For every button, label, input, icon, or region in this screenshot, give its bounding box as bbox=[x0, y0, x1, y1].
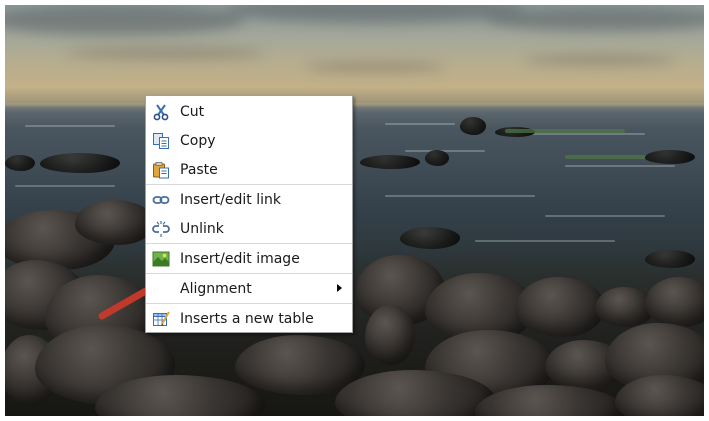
rock bbox=[425, 150, 449, 166]
context-menu: Cut Copy Paste Insert/edit link Unlink I… bbox=[145, 95, 353, 333]
wave bbox=[385, 123, 455, 125]
menu-item-label: Unlink bbox=[180, 220, 224, 237]
unlink-icon bbox=[150, 218, 172, 240]
cloud bbox=[65, 47, 265, 59]
wave bbox=[385, 195, 535, 197]
wave bbox=[15, 185, 115, 187]
rock bbox=[5, 155, 35, 171]
rock bbox=[400, 227, 460, 249]
rock bbox=[40, 153, 120, 173]
wave bbox=[545, 215, 665, 217]
image-icon bbox=[150, 248, 172, 270]
menu-item-label: Alignment bbox=[180, 280, 252, 297]
cloud bbox=[525, 55, 675, 65]
cloud bbox=[485, 7, 704, 31]
wave bbox=[25, 125, 115, 127]
copy-icon bbox=[150, 130, 172, 152]
cloud bbox=[225, 5, 525, 23]
menu-item-copy[interactable]: Copy bbox=[146, 126, 352, 155]
menu-item-alignment[interactable]: Alignment bbox=[146, 273, 352, 303]
background-photo bbox=[5, 5, 704, 416]
link-icon bbox=[150, 189, 172, 211]
menu-item-insert-table[interactable]: Inserts a new table bbox=[146, 303, 352, 333]
menu-item-label: Cut bbox=[180, 103, 205, 120]
horizon bbox=[5, 103, 704, 113]
rock bbox=[360, 155, 420, 169]
menu-item-cut[interactable]: Cut bbox=[146, 97, 352, 126]
menu-item-label: Copy bbox=[180, 132, 216, 149]
cloud bbox=[305, 63, 445, 71]
menu-item-insert-edit-link[interactable]: Insert/edit link bbox=[146, 184, 352, 214]
menu-item-icon-placeholder bbox=[150, 278, 172, 300]
table-icon bbox=[150, 308, 172, 330]
wave bbox=[475, 240, 615, 242]
paste-icon bbox=[150, 159, 172, 181]
menu-item-label: Paste bbox=[180, 161, 218, 178]
menu-item-unlink[interactable]: Unlink bbox=[146, 214, 352, 243]
seaweed bbox=[505, 129, 625, 133]
submenu-arrow-icon bbox=[337, 284, 342, 292]
cloud bbox=[5, 5, 245, 35]
scissors-icon bbox=[150, 101, 172, 123]
seaweed bbox=[565, 155, 655, 159]
screenshot-frame: Cut Copy Paste Insert/edit link Unlink I… bbox=[0, 0, 709, 421]
rock bbox=[645, 250, 695, 268]
rock bbox=[645, 150, 695, 164]
wave bbox=[525, 133, 645, 135]
menu-item-paste[interactable]: Paste bbox=[146, 155, 352, 184]
menu-item-insert-edit-image[interactable]: Insert/edit image bbox=[146, 243, 352, 273]
rock bbox=[365, 305, 415, 365]
wave bbox=[565, 165, 675, 167]
rock bbox=[460, 117, 486, 135]
rock bbox=[645, 277, 704, 327]
rock bbox=[515, 277, 605, 337]
menu-item-label: Insert/edit link bbox=[180, 191, 281, 208]
rock bbox=[75, 200, 155, 245]
menu-item-label: Insert/edit image bbox=[180, 250, 300, 267]
menu-item-label: Inserts a new table bbox=[180, 310, 314, 327]
